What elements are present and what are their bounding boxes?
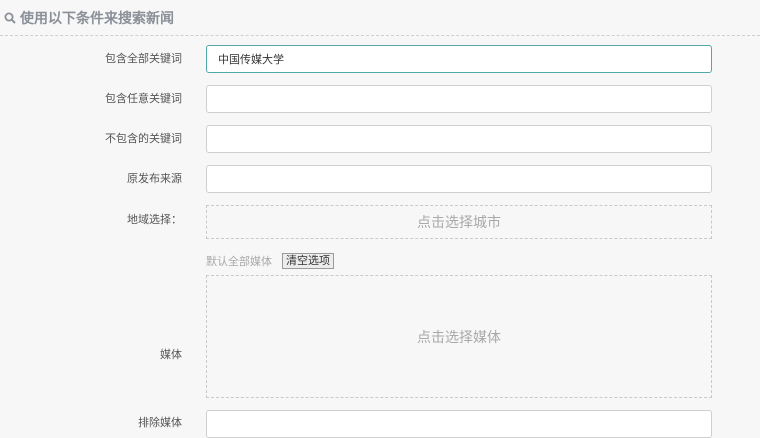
exclude-media-input[interactable]: [206, 410, 712, 438]
region-label: 地域选择：: [127, 213, 182, 226]
clear-options-button[interactable]: 清空选项: [282, 253, 334, 269]
source-label: 原发布来源: [127, 172, 182, 185]
exclude-media-label: 排除媒体: [138, 416, 182, 429]
media-default-hint-text: 默认全部媒体: [206, 255, 272, 268]
region-picker-text: 点击选择城市: [417, 215, 501, 231]
exclude-keywords-input[interactable]: [206, 125, 712, 153]
media-default-hint: 默认全部媒体 清空选项: [206, 253, 334, 269]
media-picker-text: 点击选择媒体: [417, 329, 501, 346]
search-icon: [4, 12, 16, 24]
source-input[interactable]: [206, 165, 712, 193]
search-header: 使用以下条件来搜索新闻: [0, 0, 760, 36]
all-keywords-label: 包含全部关键词: [105, 52, 182, 65]
page-title-text: 使用以下条件来搜索新闻: [20, 11, 174, 27]
media-picker[interactable]: 点击选择媒体: [206, 275, 712, 398]
any-keywords-input[interactable]: [206, 85, 712, 113]
exclude-keywords-label: 不包含的关键词: [105, 132, 182, 145]
any-keywords-label: 包含任意关键词: [105, 92, 182, 105]
page-title: 使用以下条件来搜索新闻: [4, 8, 174, 28]
all-keywords-input[interactable]: [206, 45, 712, 73]
media-label: 媒体: [160, 348, 182, 361]
region-picker[interactable]: 点击选择城市: [206, 205, 712, 239]
